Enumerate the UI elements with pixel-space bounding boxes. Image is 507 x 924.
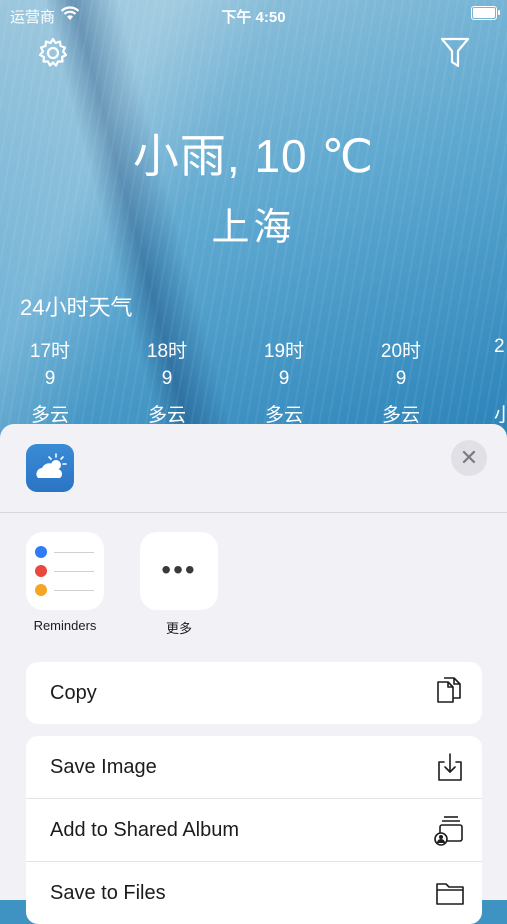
ellipsis-glyph: ••• xyxy=(161,554,197,585)
hourly-heading: 24小时天气 xyxy=(20,295,133,320)
share-sheet: ✕ Reminders ••• 更多 Copy Save Image Add t… xyxy=(0,424,507,924)
action-save-image[interactable]: Save Image xyxy=(26,736,482,799)
save-image-icon xyxy=(438,753,462,781)
filter-icon[interactable] xyxy=(439,36,471,70)
reminders-icon[interactable] xyxy=(26,532,104,610)
close-icon[interactable]: ✕ xyxy=(451,440,487,476)
share-app-label: Reminders xyxy=(33,618,97,633)
gear-icon[interactable] xyxy=(36,36,70,70)
shared-album-icon xyxy=(434,816,463,846)
hour-item: 17时 9 多云 xyxy=(10,336,90,432)
hour-temp: 9 xyxy=(44,368,56,389)
hour-temp: 9 xyxy=(395,368,407,389)
action-label: Copy xyxy=(50,682,97,704)
action-group-copy: Copy xyxy=(26,662,482,724)
weather-title: 小雨, 10 ℃ xyxy=(132,130,375,182)
action-save-to-files[interactable]: Save to Files xyxy=(26,862,482,924)
hour-item: 2 小 xyxy=(494,336,507,432)
hour-item: 20时 9 多云 xyxy=(361,336,441,432)
action-label: Add to Shared Album xyxy=(50,819,240,841)
action-label: Save Image xyxy=(50,756,157,778)
status-bar: 运营商 下午 4:50 xyxy=(0,0,507,30)
hour-time: 19时 xyxy=(263,341,305,362)
share-app-label: 更多 xyxy=(165,621,192,636)
hour-time: 2 xyxy=(494,336,505,357)
share-app-more[interactable]: ••• 更多 xyxy=(139,532,219,637)
hour-temp xyxy=(494,368,507,400)
folder-icon xyxy=(436,883,464,905)
hour-time: 17时 xyxy=(29,341,71,362)
hour-item: 19时 9 多云 xyxy=(244,336,324,432)
hour-temp: 9 xyxy=(278,368,290,389)
status-time: 下午 4:50 xyxy=(221,9,286,26)
sun-cloud-icon xyxy=(36,453,67,478)
city-name: 上海 xyxy=(211,207,296,249)
hour-time: 20时 xyxy=(380,341,422,362)
more-icon[interactable]: ••• xyxy=(140,532,218,610)
header-divider xyxy=(0,512,507,513)
copy-icon xyxy=(437,677,461,703)
action-copy[interactable]: Copy xyxy=(26,662,482,724)
action-add-shared-album[interactable]: Add to Shared Album xyxy=(26,799,482,862)
action-label: Save to Files xyxy=(50,882,166,904)
hour-temp: 9 xyxy=(161,368,173,389)
hour-item: 18时 9 多云 xyxy=(127,336,207,432)
hourly-forecast: 17时 9 多云 18时 9 多云 19时 9 多云 20时 9 多云 2 小 xyxy=(0,336,507,426)
action-group-save: Save Image Add to Shared Album Save to F… xyxy=(26,736,482,924)
share-app-reminders[interactable]: Reminders xyxy=(25,532,105,633)
weather-app-icon xyxy=(26,444,74,492)
battery-icon xyxy=(471,6,500,20)
hour-time: 18时 xyxy=(146,341,188,362)
